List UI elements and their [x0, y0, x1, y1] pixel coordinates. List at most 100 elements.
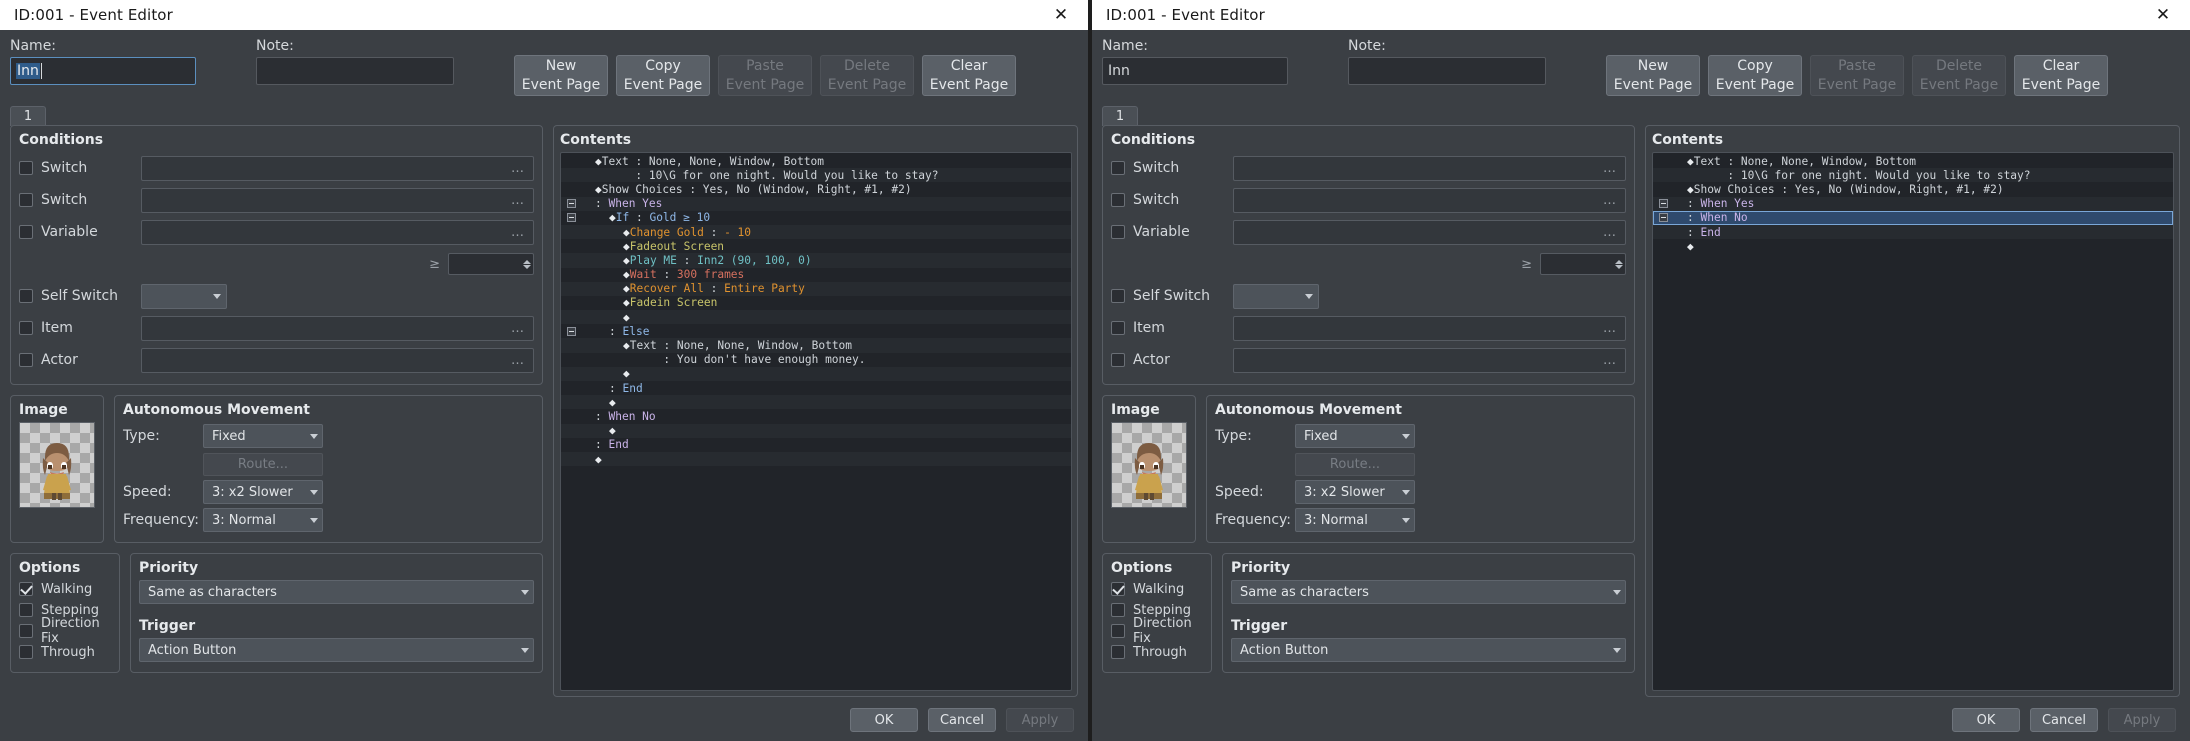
condition-checkbox-4[interactable] [19, 289, 33, 303]
variable-value-spinner[interactable] [1540, 253, 1626, 275]
note-input[interactable] [1348, 57, 1546, 85]
movement-combo-frequency[interactable]: 3: Normal [203, 508, 323, 532]
condition-picker-2[interactable]: … [141, 219, 534, 245]
option-row-walking[interactable]: Walking [19, 580, 111, 598]
name-input[interactable]: Inn [1102, 57, 1288, 85]
option-checkbox-stepping[interactable] [1111, 603, 1125, 617]
option-checkbox-direction-fix[interactable] [1111, 624, 1125, 638]
contents-row[interactable]: ◆If : Gold ≥ 10 [561, 211, 1071, 225]
contents-row[interactable]: ◆Fadein Screen [561, 296, 1071, 310]
collapse-toggle-icon[interactable] [566, 213, 576, 223]
contents-row[interactable]: ◆Wait : 300 frames [561, 268, 1071, 282]
contents-row[interactable]: ◆Recover All : Entire Party [561, 281, 1071, 296]
contents-row[interactable]: ◆Show Choices : Yes, No (Window, Right, … [561, 182, 1071, 196]
condition-checkbox-2[interactable] [1111, 225, 1125, 239]
copy-event-page-button[interactable]: Copy Event Page [1708, 55, 1802, 96]
condition-checkbox-6[interactable] [19, 353, 33, 367]
condition-picker-5[interactable]: … [141, 315, 534, 341]
contents-row[interactable]: : End [561, 438, 1071, 452]
condition-picker-6[interactable]: … [141, 347, 534, 373]
expand-toggle-icon[interactable] [1658, 199, 1668, 209]
condition-checkbox-5[interactable] [19, 321, 33, 335]
copy-event-page-button[interactable]: Copy Event Page [616, 55, 710, 96]
spinner-arrows[interactable] [1615, 259, 1623, 269]
note-input[interactable] [256, 57, 454, 85]
expand-toggle-icon[interactable] [1658, 213, 1668, 223]
page-tab-1[interactable]: 1 [1102, 106, 1138, 126]
spinner-arrows[interactable] [523, 259, 531, 269]
contents-row[interactable]: ◆ [1653, 239, 2173, 253]
option-checkbox-through[interactable] [19, 645, 33, 659]
option-row-direction-fix[interactable]: Direction Fix [1111, 616, 1203, 646]
new-event-page-button[interactable]: New Event Page [514, 55, 608, 96]
collapse-toggle-icon[interactable] [566, 326, 576, 336]
new-event-page-button[interactable]: New Event Page [1606, 55, 1700, 96]
cancel-button[interactable]: Cancel [2030, 708, 2098, 732]
contents-row[interactable]: : Else [561, 324, 1071, 338]
contents-row[interactable]: : End [561, 381, 1071, 395]
self-switch-combo[interactable] [141, 283, 227, 309]
self-switch-combo[interactable] [1233, 283, 1319, 309]
condition-checkbox-0[interactable] [1111, 161, 1125, 175]
condition-checkbox-2[interactable] [19, 225, 33, 239]
name-input[interactable]: Inn [10, 57, 196, 85]
spinner-up-icon[interactable] [523, 259, 531, 264]
contents-row[interactable]: ◆Text : None, None, Window, Bottom [561, 154, 1071, 168]
contents-row[interactable]: ◆ [561, 451, 1071, 467]
priority-combo[interactable]: Same as characters [139, 580, 534, 604]
option-row-walking[interactable]: Walking [1111, 580, 1203, 598]
condition-checkbox-5[interactable] [1111, 321, 1125, 335]
cancel-button[interactable]: Cancel [928, 708, 996, 732]
close-icon[interactable]: ✕ [2146, 2, 2180, 28]
contents-list[interactable]: ◆Text : None, None, Window, Bottom : 10\… [560, 152, 1072, 691]
condition-picker-0[interactable]: … [141, 155, 534, 181]
option-checkbox-walking[interactable] [19, 582, 33, 596]
contents-row[interactable]: ◆ [561, 423, 1071, 438]
condition-picker-1[interactable]: … [141, 187, 534, 213]
movement-combo-frequency[interactable]: 3: Normal [1295, 508, 1415, 532]
condition-picker-0[interactable]: … [1233, 155, 1626, 181]
page-tab-1[interactable]: 1 [10, 106, 46, 126]
contents-row[interactable]: ◆Text : None, None, Window, Bottom [1653, 154, 2173, 168]
condition-picker-1[interactable]: … [1233, 187, 1626, 213]
option-checkbox-walking[interactable] [1111, 582, 1125, 596]
movement-combo-type[interactable]: Fixed [203, 424, 323, 448]
event-image-preview[interactable] [19, 422, 95, 508]
contents-row[interactable]: ◆ [561, 366, 1071, 381]
spinner-up-icon[interactable] [1615, 259, 1623, 264]
contents-row[interactable]: ◆Play ME : Inn2 (90, 100, 0) [561, 253, 1071, 268]
movement-combo-speed[interactable]: 3: x2 Slower [203, 480, 323, 504]
movement-combo-type[interactable]: Fixed [1295, 424, 1415, 448]
contents-row[interactable]: ◆ [561, 310, 1071, 325]
variable-value-spinner[interactable] [448, 253, 534, 275]
ok-button[interactable]: OK [1952, 708, 2020, 732]
contents-row[interactable]: ◆Text : None, None, Window, Bottom [561, 338, 1071, 353]
contents-row[interactable]: : 10\G for one night. Would you like to … [561, 168, 1071, 183]
contents-row[interactable]: : When Yes [561, 196, 1071, 211]
clear-event-page-button[interactable]: Clear Event Page [922, 55, 1016, 96]
contents-row[interactable]: : When No [561, 409, 1071, 423]
contents-row[interactable]: : When Yes [1653, 196, 2173, 211]
contents-list[interactable]: ◆Text : None, None, Window, Bottom : 10\… [1652, 152, 2174, 691]
contents-row[interactable]: : 10\G for one night. Would you like to … [1653, 168, 2173, 183]
contents-row[interactable]: ◆Fadeout Screen [561, 239, 1071, 253]
condition-picker-2[interactable]: … [1233, 219, 1626, 245]
option-checkbox-through[interactable] [1111, 645, 1125, 659]
trigger-combo[interactable]: Action Button [139, 638, 534, 662]
condition-checkbox-1[interactable] [1111, 193, 1125, 207]
contents-row[interactable]: ◆Change Gold : - 10 [561, 224, 1071, 240]
spinner-down-icon[interactable] [523, 264, 531, 269]
movement-combo-speed[interactable]: 3: x2 Slower [1295, 480, 1415, 504]
contents-row[interactable]: ◆ [561, 395, 1071, 410]
condition-checkbox-4[interactable] [1111, 289, 1125, 303]
event-image-preview[interactable] [1111, 422, 1187, 508]
condition-picker-6[interactable]: … [1233, 347, 1626, 373]
option-checkbox-direction-fix[interactable] [19, 624, 33, 638]
ok-button[interactable]: OK [850, 708, 918, 732]
clear-event-page-button[interactable]: Clear Event Page [2014, 55, 2108, 96]
condition-picker-5[interactable]: … [1233, 315, 1626, 341]
condition-checkbox-1[interactable] [19, 193, 33, 207]
spinner-down-icon[interactable] [1615, 264, 1623, 269]
trigger-combo[interactable]: Action Button [1231, 638, 1626, 662]
contents-row[interactable]: : You don't have enough money. [561, 353, 1071, 367]
